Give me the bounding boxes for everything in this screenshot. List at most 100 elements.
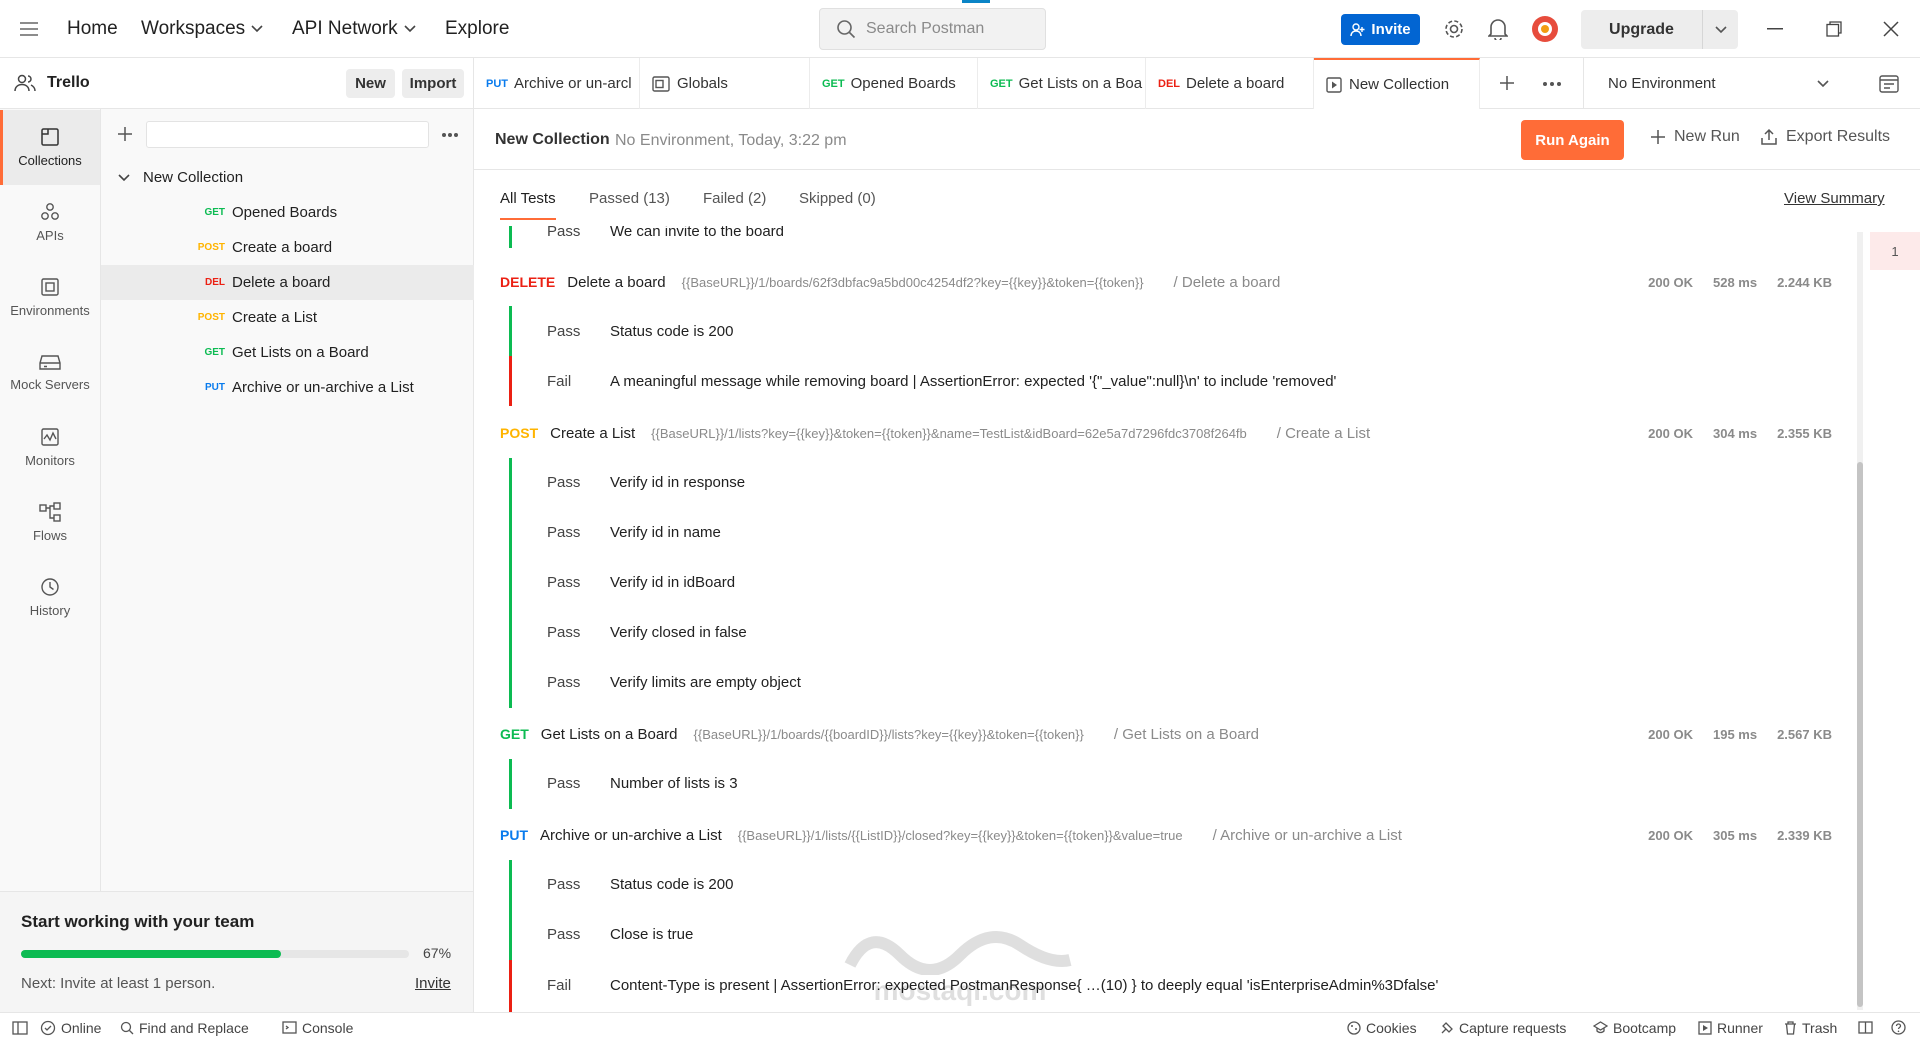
rail-environments[interactable]: Environments (0, 260, 100, 335)
rail-apis[interactable]: APIs (0, 185, 100, 260)
invite-button[interactable]: Invite (1341, 14, 1420, 45)
chevron-down-icon[interactable] (1703, 10, 1738, 49)
pass-bar (509, 458, 512, 708)
left-rail: Collections APIs Environments Mock Serve… (0, 109, 101, 1012)
tab-get-lists[interactable]: GET Get Lists on a Boa (978, 58, 1146, 109)
tree-item-delete-board[interactable]: DEL Delete a board (101, 265, 474, 300)
scrollbar-thumb[interactable] (1857, 462, 1863, 1007)
request-row[interactable]: DELETE Delete a board {{BaseURL}}/1/boar… (500, 267, 1840, 297)
invite-label: Invite (1371, 21, 1411, 38)
filter-skipped[interactable]: Skipped (0) (799, 190, 876, 214)
test-text: A meaningful message while removing boar… (610, 372, 1337, 390)
mock-server-icon (39, 353, 61, 371)
onboarding-invite-link[interactable]: Invite (415, 975, 451, 992)
nav-workspaces-label: Workspaces (141, 18, 246, 39)
response-time: 195 ms (1712, 726, 1758, 742)
toggle-sidebar-icon[interactable] (12, 1013, 28, 1041)
response-time: 305 ms (1712, 827, 1758, 843)
new-button[interactable]: New (346, 69, 395, 98)
view-summary-link[interactable]: View Summary (1784, 190, 1885, 207)
sync-indicator (962, 0, 990, 3)
trash-button[interactable]: Trash (1784, 1013, 1837, 1041)
close-icon[interactable] (1883, 21, 1899, 37)
run-minimap-marker[interactable]: 1 (1870, 232, 1920, 270)
watermark-text: mostaql.com (873, 975, 1047, 1006)
environment-select[interactable]: No Environment (1583, 58, 1849, 109)
collection-row[interactable]: New Collection (101, 160, 474, 195)
two-pane-icon[interactable] (1858, 1013, 1873, 1041)
method-badge: GET (990, 77, 1013, 90)
more-icon[interactable] (1542, 81, 1562, 87)
search-input[interactable]: Search Postman (819, 8, 1046, 50)
tab-globals[interactable]: Globals (640, 58, 810, 109)
restore-icon[interactable] (1826, 21, 1842, 37)
pass-bar (509, 860, 512, 960)
import-button[interactable]: Import (402, 69, 464, 98)
rail-mock-servers[interactable]: Mock Servers (0, 335, 100, 410)
filter-passed[interactable]: Passed (13) (589, 190, 670, 214)
online-status[interactable]: Online (40, 1013, 101, 1041)
request-stats: 200 OK 195 ms 2.567 KB (1648, 727, 1832, 742)
response-size: 2.339 KB (1777, 827, 1832, 843)
tree-item-get-lists[interactable]: GET Get Lists on a Board (101, 335, 474, 370)
runner-button[interactable]: Runner (1698, 1013, 1763, 1041)
tree-item-archive-list[interactable]: PUT Archive or un-archive a List (101, 370, 474, 405)
method-badge: GET (500, 726, 529, 742)
onboarding-progress-label: 67% (423, 945, 452, 961)
nav-workspaces[interactable]: Workspaces (141, 0, 263, 58)
test-text: Status code is 200 (610, 875, 734, 893)
history-icon (40, 577, 60, 597)
environment-quick-look-icon[interactable] (1879, 74, 1899, 94)
plus-icon[interactable] (117, 126, 133, 142)
request-row[interactable]: GET Get Lists on a Board {{BaseURL}}/1/b… (500, 719, 1840, 749)
help-icon[interactable] (1891, 1013, 1906, 1041)
workspace-name[interactable]: Trello (47, 74, 90, 92)
bootcamp-button[interactable]: Bootcamp (1593, 1013, 1676, 1041)
rail-flows[interactable]: Flows (0, 485, 100, 560)
capture-requests-button[interactable]: Capture requests (1440, 1013, 1566, 1041)
nav-explore[interactable]: Explore (445, 0, 509, 58)
chevron-down-icon (251, 25, 263, 33)
test-text: Close is true (610, 925, 694, 943)
filter-all-tests[interactable]: All Tests (500, 190, 556, 220)
test-status: Pass (547, 523, 581, 541)
bell-icon[interactable] (1488, 18, 1508, 40)
menu-icon[interactable] (20, 0, 38, 58)
rail-monitors[interactable]: Monitors (0, 410, 100, 485)
avatar[interactable] (1531, 15, 1559, 43)
tab-archive-list[interactable]: PUT Archive or un-arcl (474, 58, 640, 109)
rail-history[interactable]: History (0, 560, 100, 635)
tab-delete-board[interactable]: DEL Delete a board (1146, 58, 1314, 109)
chevron-down-icon (404, 25, 416, 33)
upgrade-button[interactable]: Upgrade (1581, 10, 1738, 49)
tree-item-opened-boards[interactable]: GET Opened Boards (101, 195, 474, 230)
results-scrollbar[interactable] (1857, 232, 1863, 1010)
tab-new-collection[interactable]: New Collection (1314, 58, 1480, 109)
gear-icon[interactable] (1443, 18, 1465, 40)
nav-home[interactable]: Home (67, 0, 118, 58)
cookies-button[interactable]: Cookies (1347, 1013, 1417, 1041)
find-replace-button[interactable]: Find and Replace (120, 1013, 249, 1041)
tree-item-create-board[interactable]: POST Create a board (101, 230, 474, 265)
request-row[interactable]: POST Create a List {{BaseURL}}/1/lists?k… (500, 418, 1840, 448)
request-row[interactable]: PUT Archive or un-archive a List {{BaseU… (500, 820, 1840, 850)
globals-icon (652, 75, 670, 92)
tab-opened-boards[interactable]: GET Opened Boards (810, 58, 978, 109)
request-url: {{BaseURL}}/1/boards/{{boardID}}/lists?k… (693, 726, 1084, 742)
console-button[interactable]: Console (282, 1013, 353, 1041)
export-results-button[interactable]: Export Results (1760, 128, 1890, 146)
run-again-button[interactable]: Run Again (1521, 120, 1624, 160)
rail-collections[interactable]: Collections (0, 110, 100, 185)
plus-icon (1650, 129, 1666, 145)
nav-api-network[interactable]: API Network (292, 0, 416, 58)
filter-failed[interactable]: Failed (2) (703, 190, 766, 214)
request-url: {{BaseURL}}/1/boards/62f3dbfac9a5bd00c42… (681, 274, 1144, 290)
new-run-button[interactable]: New Run (1650, 128, 1740, 146)
tree-item-create-list[interactable]: POST Create a List (101, 300, 474, 335)
onboarding-next-step: Next: Invite at least 1 person. (21, 975, 216, 992)
minimize-icon[interactable] (1767, 28, 1783, 30)
more-icon[interactable] (441, 132, 459, 138)
filter-input[interactable] (146, 121, 429, 148)
plus-icon[interactable] (1499, 75, 1515, 91)
test-row: Pass Status code is 200 (547, 317, 733, 345)
